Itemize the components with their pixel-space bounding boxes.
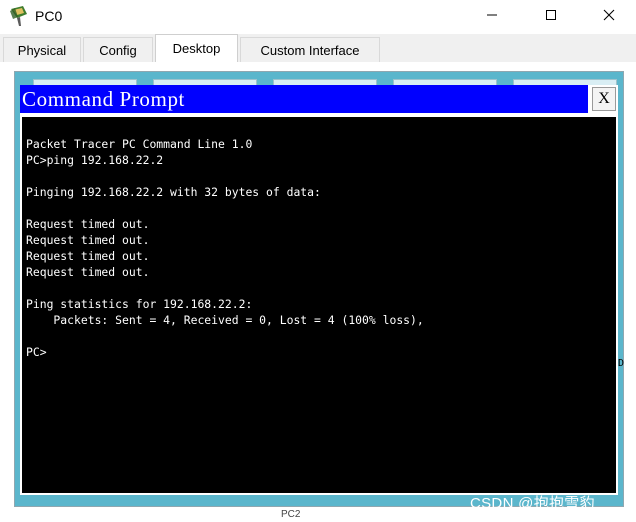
tab-content: Command Prompt X Packet Tracer PC Comman… — [0, 62, 636, 522]
tab-desktop[interactable]: Desktop — [155, 34, 238, 62]
packet-tracer-pc-icon — [9, 5, 29, 27]
tab-physical[interactable]: Physical — [3, 37, 81, 62]
window-title: PC0 — [35, 8, 63, 24]
terminal-line: Request timed out. — [26, 265, 150, 279]
minimize-icon — [486, 8, 498, 26]
maximize-button[interactable] — [522, 0, 580, 34]
maximize-icon — [545, 8, 557, 26]
minimize-button[interactable] — [463, 0, 521, 34]
command-prompt-window: Command Prompt X Packet Tracer PC Comman… — [20, 85, 618, 495]
close-button[interactable] — [580, 0, 636, 34]
terminal-line: Packets: Sent = 4, Received = 0, Lost = … — [26, 313, 424, 327]
terminal-line: PC>ping 192.168.22.2 — [26, 153, 164, 167]
terminal-line: Packet Tracer PC Command Line 1.0 — [26, 137, 253, 151]
command-prompt-title: Command Prompt — [22, 87, 185, 111]
close-icon — [603, 8, 615, 26]
terminal-line: Request timed out. — [26, 233, 150, 247]
terminal-line: PC> — [26, 345, 47, 359]
terminal-line: Request timed out. — [26, 217, 150, 231]
background-device-label: PC2 — [281, 509, 301, 520]
terminal-line: Request timed out. — [26, 249, 150, 263]
command-prompt-close-button[interactable]: X — [592, 87, 616, 111]
tab-custom-interface[interactable]: Custom Interface — [240, 37, 380, 62]
terminal-line: Ping statistics for 192.168.22.2: — [26, 297, 253, 311]
watermark-text: CSDN @抱抱雪豹 — [470, 495, 595, 512]
tab-config[interactable]: Config — [83, 37, 153, 62]
command-prompt-titlebar[interactable]: Command Prompt — [20, 85, 588, 113]
terminal-line: Pinging 192.168.22.2 with 32 bytes of da… — [26, 185, 321, 199]
terminal-output[interactable]: Packet Tracer PC Command Line 1.0 PC>ping… — [22, 117, 616, 493]
background-label: D — [618, 358, 625, 369]
tab-bar: Physical Config Desktop Custom Interface — [0, 34, 636, 62]
window-titlebar: PC0 — [0, 0, 636, 34]
desktop-area: Command Prompt X Packet Tracer PC Comman… — [14, 71, 624, 507]
